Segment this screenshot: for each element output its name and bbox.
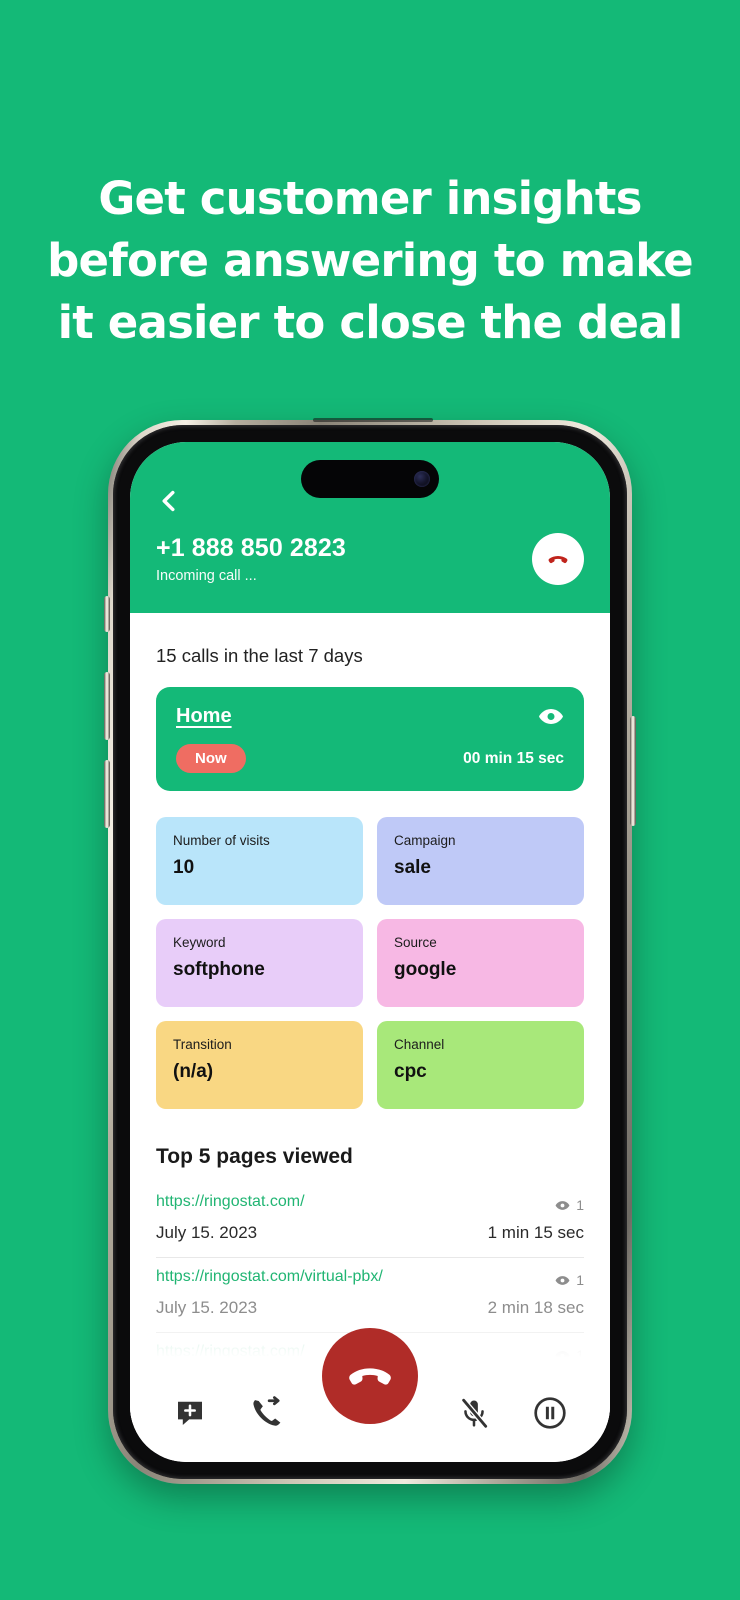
page-views-value: 1 bbox=[576, 1272, 584, 1288]
tile-label: Transition bbox=[173, 1037, 232, 1052]
calls-summary-text: 15 calls in the last 7 days bbox=[156, 645, 363, 666]
phone-screen: +1 888 850 2823 Incoming call ... 15 cal… bbox=[130, 442, 610, 1462]
tile-label: Keyword bbox=[173, 935, 226, 950]
active-page-duration: 00 min 15 sec bbox=[463, 749, 564, 767]
now-badge: Now bbox=[176, 744, 246, 773]
headline-line-2: before answering to make bbox=[47, 234, 694, 287]
page-visit-date: July 15. 2023 bbox=[156, 1298, 258, 1317]
phone-hangup-icon bbox=[349, 1368, 391, 1385]
front-camera-icon bbox=[414, 471, 430, 487]
active-page-bottom-row: Now 00 min 15 sec bbox=[176, 744, 564, 773]
page-visit-date: July 15. 2023 bbox=[156, 1223, 258, 1242]
microphone-off-icon bbox=[460, 1397, 490, 1429]
tile-value: cpc bbox=[394, 1061, 427, 1082]
pause-circle-icon bbox=[534, 1397, 566, 1429]
page-url-link[interactable]: https://ringostat.com/ bbox=[156, 1343, 305, 1361]
call-details-body: 15 calls in the last 7 days Home Now 00 … bbox=[130, 613, 610, 1448]
page-views-count: 1 bbox=[555, 1193, 584, 1213]
caller-info: +1 888 850 2823 Incoming call ... bbox=[156, 534, 346, 584]
tile-value: (n/a) bbox=[173, 1061, 214, 1082]
phone-mockup: +1 888 850 2823 Incoming call ... 15 cal… bbox=[104, 418, 636, 1484]
add-note-button[interactable] bbox=[170, 1393, 210, 1433]
eye-icon bbox=[555, 1275, 570, 1285]
page-views-value: 1 bbox=[576, 1197, 584, 1213]
page-views-count: 1 bbox=[555, 1268, 584, 1288]
page-row-line-2: July 15. 2023 1 min 15 sec bbox=[156, 1223, 584, 1243]
top-pages-heading: Top 5 pages viewed bbox=[156, 1145, 353, 1168]
headline-line-1: Get customer insights bbox=[98, 172, 642, 225]
tile-value: google bbox=[394, 959, 457, 980]
tile-value: softphone bbox=[173, 959, 265, 980]
tile-label: Channel bbox=[394, 1037, 445, 1052]
tile-keyword: Keyword softphone bbox=[156, 919, 363, 1007]
phone-body: +1 888 850 2823 Incoming call ... 15 cal… bbox=[113, 425, 627, 1479]
hold-button[interactable] bbox=[530, 1393, 570, 1433]
message-plus-icon bbox=[178, 1401, 202, 1425]
page-row-line-1: https://ringostat.com/virtual-pbx/ 1 bbox=[156, 1268, 584, 1288]
call-header-row: +1 888 850 2823 Incoming call ... bbox=[156, 533, 584, 585]
tile-source: Source google bbox=[377, 919, 584, 1007]
page-views-count: 1 bbox=[555, 1343, 584, 1363]
headline-line-3: it easier to close the deal bbox=[57, 296, 684, 349]
eye-icon bbox=[555, 1200, 570, 1210]
page-list-item[interactable]: https://ringostat.com/virtual-pbx/ 1 Jul… bbox=[156, 1258, 584, 1333]
eye-icon bbox=[555, 1350, 570, 1360]
call-status-text: Incoming call ... bbox=[156, 567, 257, 584]
tile-channel: Channel cpc bbox=[377, 1021, 584, 1109]
page-visit-duration: 2 min 18 sec bbox=[487, 1298, 584, 1317]
page-row-line-2: July 15. 2023 2 min 18 sec bbox=[156, 1298, 584, 1318]
back-chevron-icon[interactable] bbox=[156, 488, 182, 514]
silent-switch-button[interactable] bbox=[104, 596, 110, 632]
caller-phone-number: +1 888 850 2823 bbox=[156, 534, 346, 563]
tile-value: sale bbox=[394, 857, 431, 878]
page-url-link[interactable]: https://ringostat.com/virtual-pbx/ bbox=[156, 1268, 383, 1286]
tile-campaign: Campaign sale bbox=[377, 817, 584, 905]
antenna-line bbox=[313, 418, 433, 422]
mute-button[interactable] bbox=[454, 1393, 494, 1433]
volume-down-button[interactable] bbox=[104, 760, 110, 828]
volume-up-button[interactable] bbox=[104, 672, 110, 740]
call-transfer-icon bbox=[253, 1396, 281, 1426]
page-visit-duration: 1 min 15 sec bbox=[487, 1223, 584, 1242]
active-page-card[interactable]: Home Now 00 min 15 sec bbox=[156, 687, 584, 791]
visitor-attribute-tiles: Number of visits 10 Campaign sale Keywor… bbox=[156, 817, 584, 1109]
header-hangup-button[interactable] bbox=[532, 533, 584, 585]
dynamic-island bbox=[301, 460, 439, 498]
tile-transition: Transition (n/a) bbox=[156, 1021, 363, 1109]
tile-number-of-visits: Number of visits 10 bbox=[156, 817, 363, 905]
end-call-button[interactable] bbox=[322, 1328, 418, 1424]
page-url-link[interactable]: https://ringostat.com/ bbox=[156, 1193, 305, 1211]
active-page-top-row: Home bbox=[176, 705, 564, 728]
page-views-value: 1 bbox=[576, 1347, 584, 1363]
transfer-call-button[interactable] bbox=[246, 1393, 286, 1433]
power-button[interactable] bbox=[630, 716, 636, 826]
page-list-item[interactable]: https://ringostat.com/ 1 July 15. 2023 1… bbox=[156, 1183, 584, 1258]
marketing-headline: Get customer insights before answering t… bbox=[0, 168, 740, 354]
tile-label: Number of visits bbox=[173, 833, 270, 848]
phone-hangup-icon bbox=[548, 555, 568, 564]
page-row-line-1: https://ringostat.com/ 1 bbox=[156, 1193, 584, 1213]
tile-label: Source bbox=[394, 935, 437, 950]
tile-label: Campaign bbox=[394, 833, 456, 848]
tile-value: 10 bbox=[173, 857, 195, 878]
eye-icon bbox=[539, 709, 563, 724]
active-page-title[interactable]: Home bbox=[176, 705, 232, 728]
